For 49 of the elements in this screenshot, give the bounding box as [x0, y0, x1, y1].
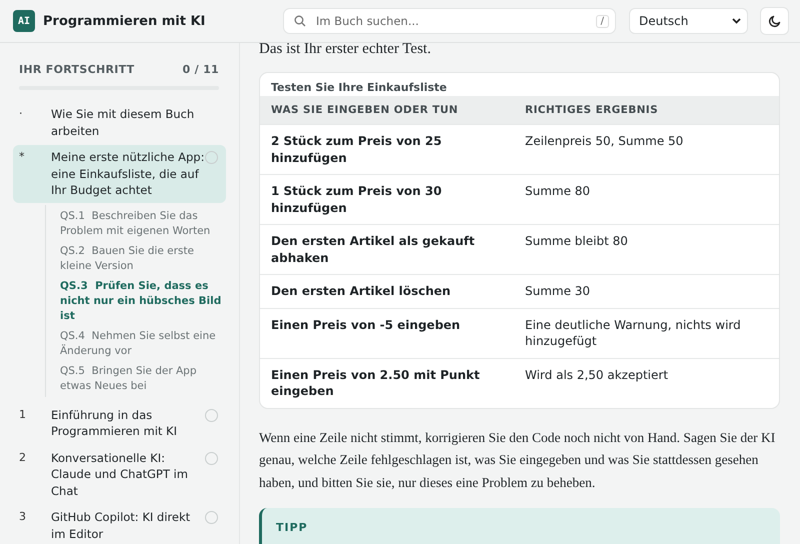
moon-icon	[768, 14, 782, 28]
chapter-item[interactable]: 1 Einführung in das Programmieren mit KI	[13, 402, 226, 444]
table-cell-text: 2 Stück zum Preis von 25 hinzufügen	[270, 133, 443, 167]
table-cell-text: Zeilenpreis 50, Summe 50	[524, 133, 684, 150]
chevron-icon	[732, 18, 741, 24]
search-field[interactable]: Im Buch suchen... /	[283, 8, 616, 34]
chapter-title: Meine erste nützliche App: eine Einkaufsliste, die auf Ihr Budget achtet	[51, 149, 205, 198]
search-icon	[294, 15, 306, 27]
chapter-marker: ·	[19, 106, 24, 122]
language-select[interactable]: Deutsch	[629, 8, 748, 34]
chapter-title: Wie Sie mit diesem Buch arbeiten	[51, 106, 196, 139]
body-paragraph: Wenn eine Zeile nicht stimmt, korrigieren Sie den Code noch nicht von Hand. Sagen Sie der KI genau, welche Zeile fehlgeschlagen ist, was Sie eingegeben und was Sie stattdessen gesehen haben, und bitten Sie sie, nur dieses eine Problem zu beheben.	[259, 428, 776, 492]
section-link[interactable]: QS.2 Bauen Sie die erste kleine Version	[60, 242, 226, 276]
table-cell-text: Eine deutliche Warnung, nichts wird hinzugefügt	[524, 316, 742, 350]
column-header: RICHTIGES ERGEBNIS	[524, 103, 660, 118]
chapter-marker: 3	[19, 509, 27, 525]
section-link[interactable]: QS.1 Beschreiben Sie das Problem mit eigenen Worten	[60, 206, 226, 242]
chapter-title: Konversationelle KI: Claude und ChatGPT im Chat	[51, 450, 189, 499]
search-input[interactable]: Im Buch suchen...	[314, 13, 588, 29]
chapter-item[interactable]: 2 Konversationelle KI: Claude und ChatGPT im Chat	[13, 446, 226, 503]
chapter-marker: *	[19, 149, 26, 165]
logo-badge: AI	[13, 10, 35, 32]
table-cell-text: 1 Stück zum Preis von 30 hinzufügen	[270, 183, 443, 217]
table-cell-text: Wird als 2,50 akzeptiert	[524, 366, 670, 384]
shortcut-key: /	[596, 14, 609, 28]
table-cell-text: Summe 80	[524, 183, 592, 200]
theme-toggle-button[interactable]	[760, 7, 789, 35]
chapter-item[interactable]: * Meine erste nützliche App: eine Einkaufsliste, die auf Ihr Budget achtet	[13, 145, 226, 202]
chapter-item[interactable]: 3 GitHub Copilot: KI direkt im Editor	[13, 505, 226, 544]
chapter-marker: 2	[19, 450, 27, 466]
chapter-title: GitHub Copilot: KI direkt im Editor	[51, 509, 192, 542]
chapter-item[interactable]: · Wie Sie mit diesem Buch arbeiten	[13, 102, 226, 143]
callout-label: TIPP	[276, 521, 308, 534]
section-link[interactable]: QS.3 Prüfen Sie, dass es nicht nur ein hübsches Bild ist	[60, 276, 226, 326]
table-cell-text: Summe 30	[524, 283, 592, 300]
chapter-title: Einführung in das Programmieren mit KI	[51, 406, 178, 440]
chapter-marker: 1	[19, 406, 27, 422]
table-cell-text: Einen Preis von 2.50 mit Punkt eingeben	[270, 366, 481, 400]
table-cell-text: Summe bleibt 80	[524, 233, 629, 250]
progress-count: 0 / 11	[182, 63, 219, 76]
section-link[interactable]: QS.4 Nehmen Sie selbst eine Änderung vor	[60, 326, 226, 362]
table-cell-text: Einen Preis von -5 eingeben	[270, 316, 462, 334]
section-link[interactable]: QS.5 Bringen Sie der App etwas Neues bei	[60, 362, 226, 396]
table-caption: Testen Sie Ihre Einkaufsliste	[270, 80, 448, 96]
table-cell-text: Den ersten Artikel löschen	[270, 283, 452, 300]
book-title: Programmieren mit KI	[43, 14, 206, 28]
progress-label: IHR FORTSCHRITT	[19, 63, 134, 76]
table-cell-text: Den ersten Artikel als gekauft abhaken	[270, 233, 476, 266]
column-header: WAS SIE EINGEBEN ODER TUN	[270, 103, 460, 118]
